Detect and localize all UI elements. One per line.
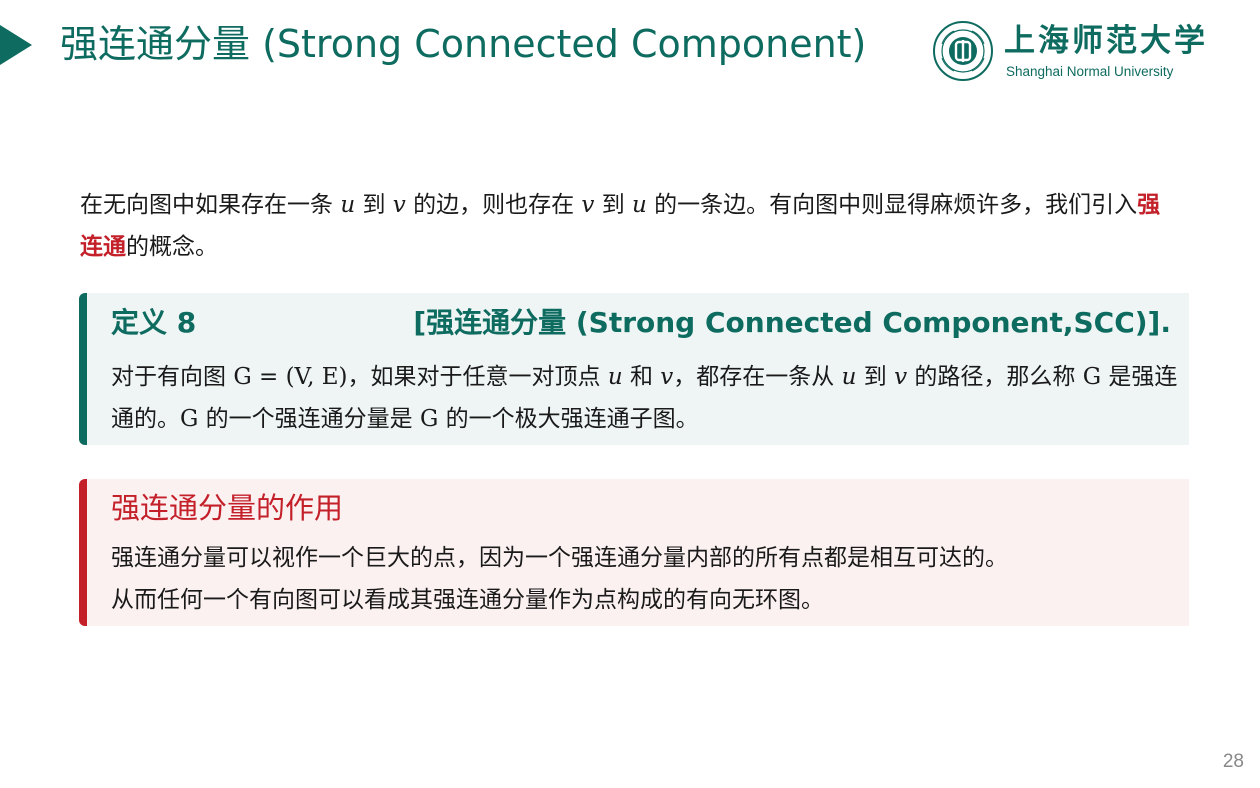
definition-body: 对于有向图 G = (V, E)，如果对于任意一对顶点 u 和 v，都存在一条从… [111,356,1181,440]
slide-title: 强连通分量 (Strong Connected Component) [60,22,867,66]
note-title: 强连通分量的作用 [111,491,344,525]
intro-text: 的边，则也存在 [405,192,582,218]
definition-text: 的路径，那么称 [907,364,1083,390]
math-var: u [607,364,623,390]
math-var: G [420,406,439,432]
intro-text: 在无向图中如果存在一条 [80,192,341,218]
math-var: u [841,364,857,390]
university-logo: 上海师范大学 Shanghai Normal University [932,20,1205,84]
math-var: G [1082,364,1102,390]
definition-text: ，如果对于任意一对顶点 [347,364,608,390]
note-box: 强连通分量的作用 强连通分量可以视作一个巨大的点，因为一个强连通分量内部的所有点… [79,479,1189,626]
math-var: u [340,192,356,218]
math-expression: G = (V, E) [233,364,348,390]
math-var: v [581,192,595,218]
intro-paragraph: 在无向图中如果存在一条 u 到 v 的边，则也存在 v 到 u 的一条边。有向图… [80,184,1180,268]
intro-text: 的一条边。有向图中则显得麻烦许多，我们引入 [646,192,1138,218]
definition-text: 到 [856,364,895,390]
logo-english-name: Shanghai Normal University [1006,64,1174,79]
page-number: 28 [1222,751,1244,772]
math-var: v [392,192,406,218]
definition-box: 定义 8 [强连通分量 (Strong Connected Component,… [79,293,1189,445]
math-var: u [632,192,647,218]
intro-text: 到 [355,192,393,218]
definition-text: 对于有向图 [111,364,234,390]
title-marker [0,25,32,65]
university-seal-icon [933,21,993,81]
definition-label: 定义 8 [111,306,197,339]
definition-text: 和 [622,364,661,390]
intro-text: 到 [594,192,633,218]
math-var: G [180,406,199,432]
logo-chinese-name: 上海师范大学 [1004,23,1208,59]
definition-name: [强连通分量 (Strong Connected Component,SCC)]… [413,306,1171,339]
math-var: v [660,364,674,390]
math-var: v [894,364,908,390]
definition-text: 的一个极大强连通子图。 [438,406,699,432]
definition-text: 的一个强连通分量是 [198,406,420,432]
note-line: 从而任何一个有向图可以看成其强连通分量作为点构成的有向无环图。 [111,587,824,613]
intro-text: 的概念。 [126,234,218,260]
definition-text: ，都存在一条从 [673,364,842,390]
note-line: 强连通分量可以视作一个巨大的点，因为一个强连通分量内部的所有点都是相互可达的。 [111,545,1008,571]
note-body: 强连通分量可以视作一个巨大的点，因为一个强连通分量内部的所有点都是相互可达的。 … [111,537,1186,621]
